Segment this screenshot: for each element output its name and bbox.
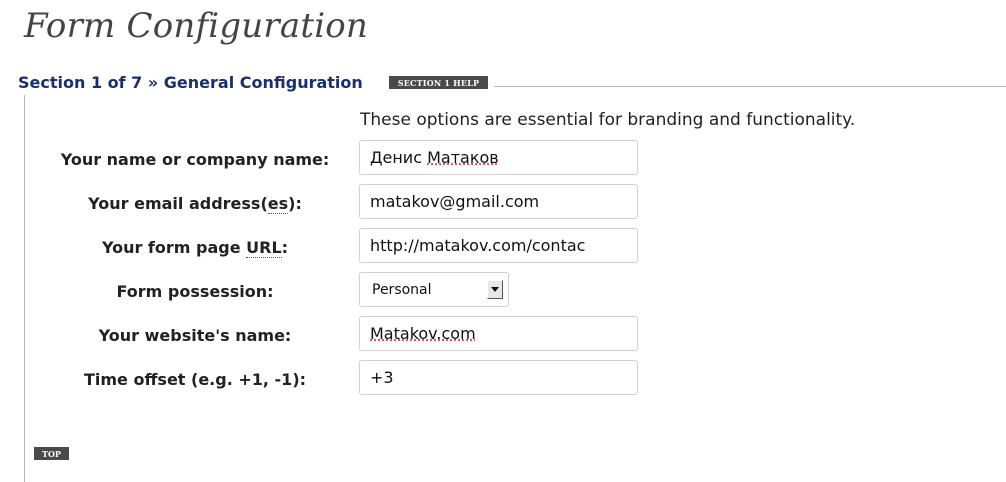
url-label: Your form page URL:	[32, 238, 358, 258]
page-title: Form Configuration	[24, 6, 369, 46]
section-intro-text: These options are essential for branding…	[360, 110, 856, 130]
offset-label: Time offset (e.g. +1, -1):	[83, 370, 307, 389]
possession-select[interactable]: Personal	[359, 272, 509, 307]
offset-input-value: +3	[370, 368, 394, 387]
top-button[interactable]: TOP	[34, 447, 69, 460]
email-label-prefix: Your email address(	[88, 194, 268, 213]
chevron-down-icon[interactable]	[487, 280, 503, 299]
url-input[interactable]: http://matakov.com/contac	[359, 228, 638, 263]
url-label-suffix: :	[281, 238, 289, 257]
website-label: Your website's name:	[98, 326, 292, 345]
name-input[interactable]: Денис Матаков	[359, 140, 638, 175]
email-label: Your email address(es):	[32, 194, 358, 214]
name-input-value-second: Матаков	[427, 148, 499, 167]
email-label-suffix: ):	[288, 194, 302, 213]
email-label-abbr: es	[267, 194, 289, 214]
email-input-value: matakov@gmail.com	[370, 192, 540, 211]
possession-select-value: Personal	[372, 281, 432, 298]
offset-input[interactable]: +3	[359, 360, 638, 395]
possession-label: Form possession:	[116, 282, 274, 301]
website-input[interactable]: Matakov.com	[359, 316, 638, 351]
name-label: Your name or company name:	[60, 150, 330, 169]
section-legend-text: Section 1 of 7 » General Configuration	[18, 72, 363, 92]
url-input-value: http://matakov.com/contac	[370, 236, 586, 255]
url-label-abbr: URL	[246, 238, 282, 258]
email-input[interactable]: matakov@gmail.com	[359, 184, 638, 219]
section-help-button[interactable]: SECTION 1 HELP	[388, 75, 489, 89]
section-legend: Section 1 of 7 » General Configuration S…	[18, 69, 495, 95]
url-label-prefix: Your form page	[101, 238, 247, 257]
website-input-value: Matakov.com	[370, 324, 476, 343]
name-input-value-first: Денис	[370, 148, 422, 167]
